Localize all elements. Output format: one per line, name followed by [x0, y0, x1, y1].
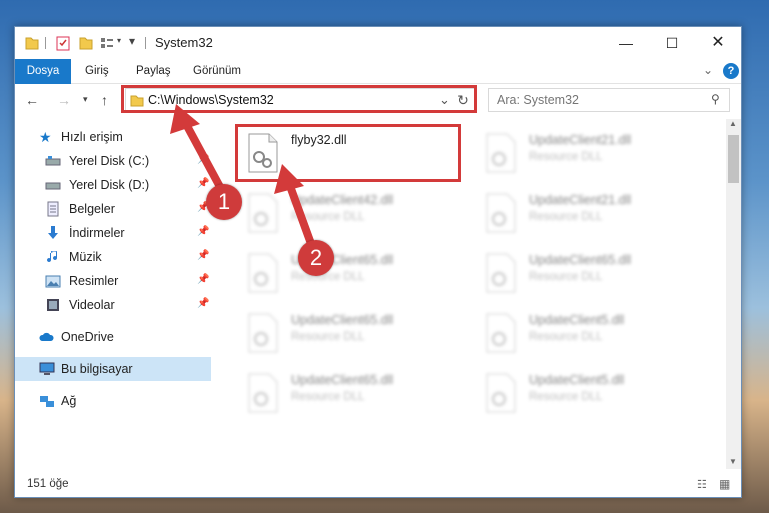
arrow-2-head [274, 164, 304, 194]
callout-number-2: 2 [298, 240, 334, 276]
annotation-arrows [170, 104, 318, 254]
callout-number-1: 1 [206, 184, 242, 220]
